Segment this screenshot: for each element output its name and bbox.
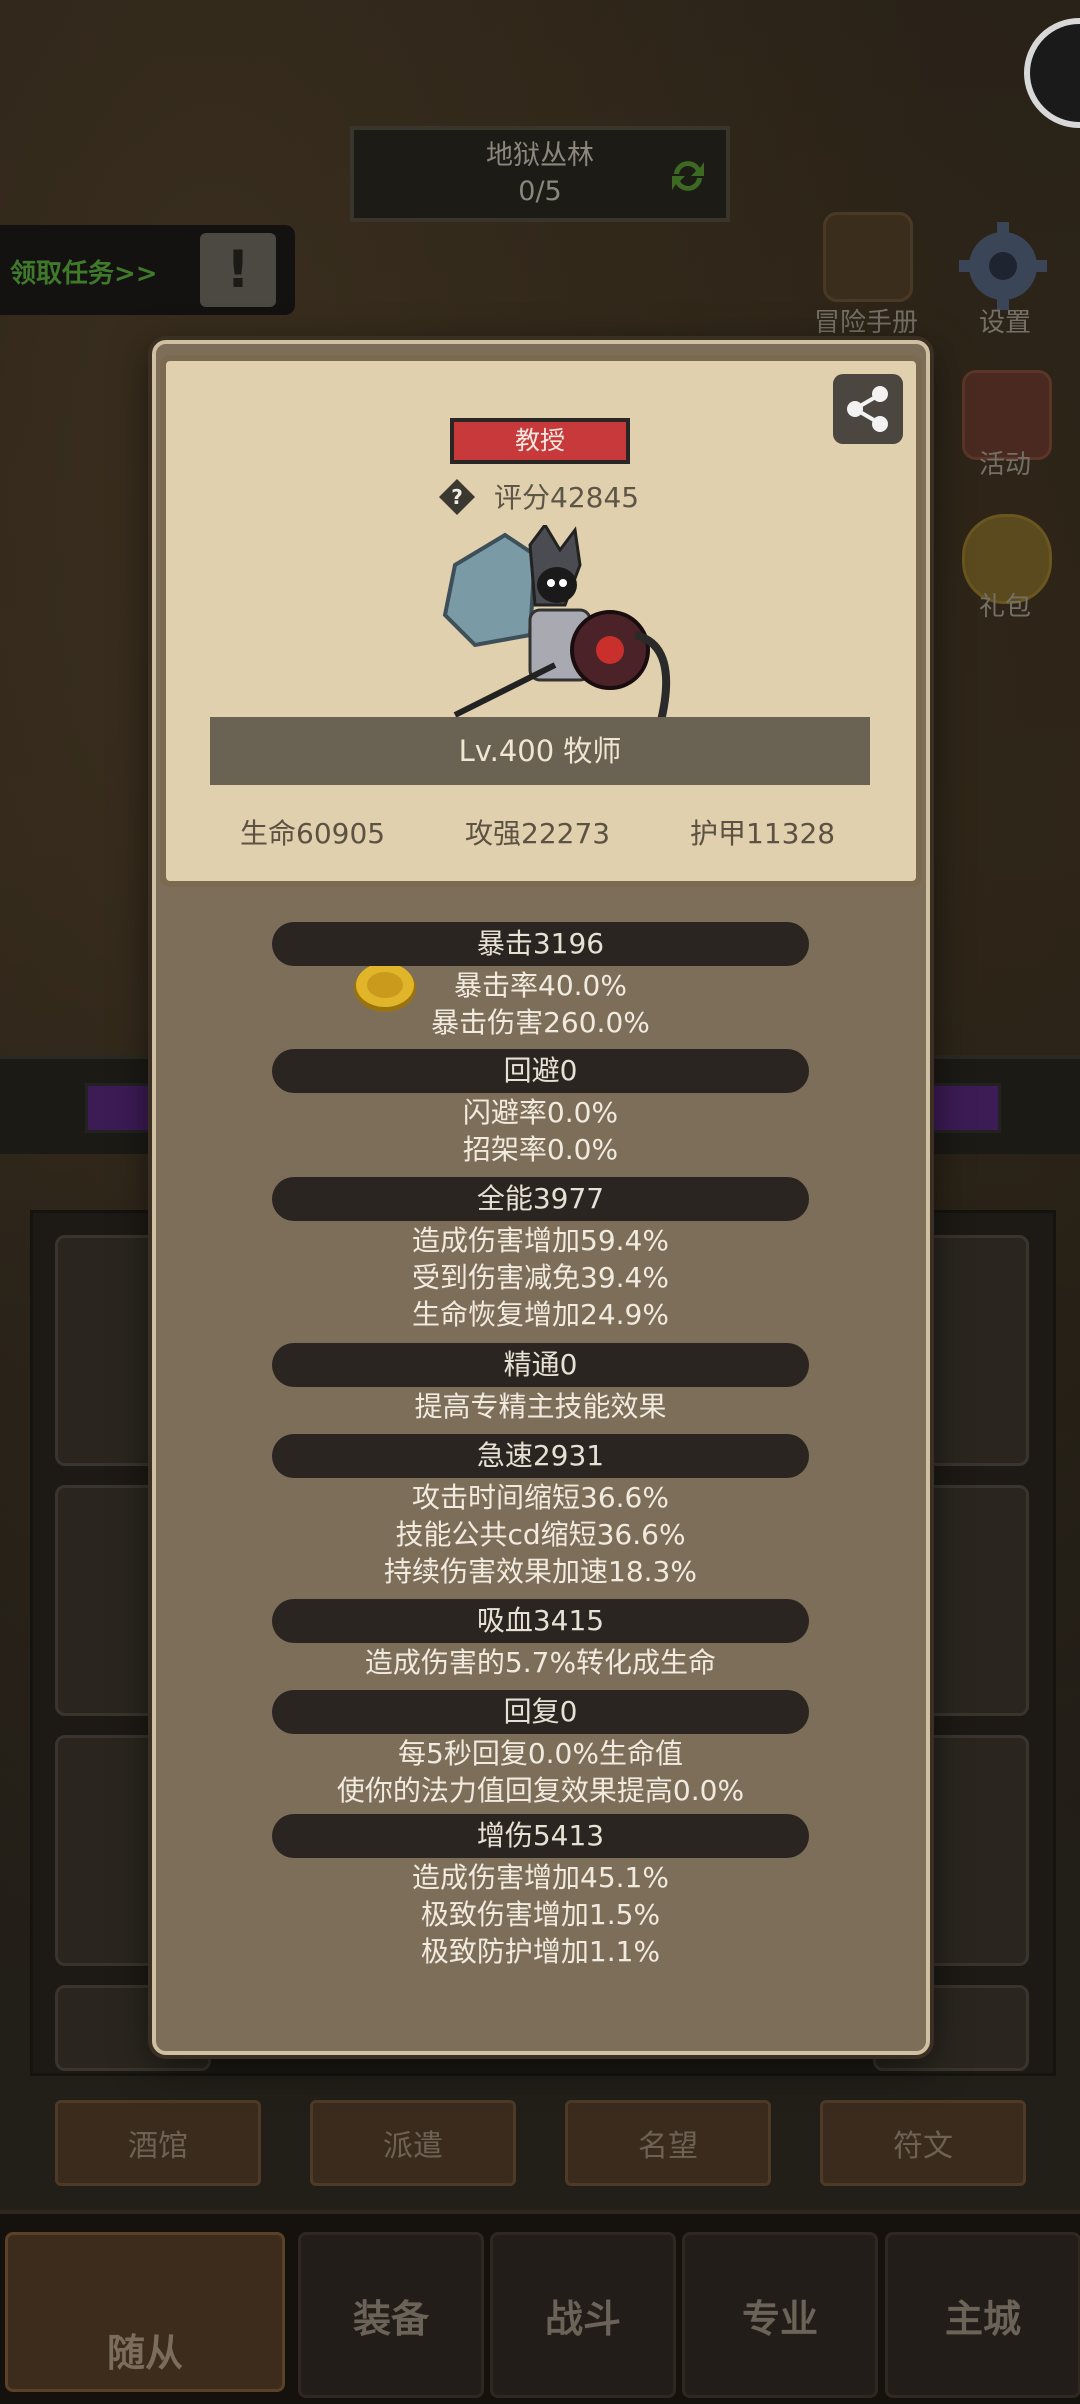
nav-followers[interactable]: 随从 bbox=[5, 2232, 285, 2392]
section-line: 持续伤害效果加速18.3% bbox=[384, 1555, 697, 1588]
section-header-versatility: 全能3977 bbox=[272, 1177, 809, 1221]
stat-armor: 护甲11328 bbox=[690, 817, 836, 850]
section-line: 使你的法力值回复效果提高0.0% bbox=[336, 1774, 745, 1807]
section-line: 每5秒回复0.0%生命值 bbox=[398, 1737, 683, 1770]
side-menu-gift-label: 礼包 bbox=[978, 592, 1031, 622]
section-line: 暴击率40.0% bbox=[454, 969, 627, 1002]
nav-followers-label: 随从 bbox=[106, 2331, 183, 2375]
hero-level-class: Lv.400 牧师 bbox=[210, 717, 870, 785]
bottom-nav: 随从 装备 战斗 专业 主城 bbox=[0, 2210, 1080, 2404]
section-header-crit: 暴击3196 bbox=[272, 922, 809, 966]
tavern-button[interactable]: 酒馆 bbox=[55, 2100, 261, 2186]
task-banner[interactable]: 领取任务>> ! bbox=[0, 225, 295, 315]
exclamation-icon: ! bbox=[200, 233, 276, 307]
task-link[interactable]: 领取任务>> bbox=[10, 253, 158, 290]
section-header-haste: 急速2931 bbox=[272, 1434, 809, 1478]
section-line: 闪避率0.0% bbox=[462, 1096, 619, 1129]
stat-health: 生命60905 bbox=[240, 817, 386, 850]
section-line: 提高专精主技能效果 bbox=[414, 1390, 667, 1423]
adventure-book-icon[interactable] bbox=[823, 212, 913, 302]
section-header-lifesteal: 吸血3415 bbox=[272, 1599, 809, 1643]
section-line: 生命恢复增加24.9% bbox=[412, 1298, 669, 1331]
rune-button[interactable]: 符文 bbox=[820, 2100, 1026, 2186]
section-header-avoidance: 回避0 bbox=[272, 1049, 809, 1093]
quest-tracker[interactable]: 地狱丛林 0/5 bbox=[350, 126, 730, 222]
section-line: 造成伤害增加45.1% bbox=[412, 1861, 669, 1894]
nav-main-city[interactable]: 主城 bbox=[885, 2232, 1080, 2398]
section-line: 极致伤害增加1.5% bbox=[420, 1898, 661, 1931]
section-line: 招架率0.0% bbox=[462, 1133, 619, 1166]
gear-icon[interactable] bbox=[953, 216, 1053, 316]
stat-attack-power: 攻强22273 bbox=[465, 817, 611, 850]
nav-profession[interactable]: 专业 bbox=[682, 2232, 878, 2398]
nav-equipment[interactable]: 装备 bbox=[298, 2232, 484, 2398]
side-menu-settings-label: 设置 bbox=[978, 308, 1031, 338]
refresh-icon[interactable] bbox=[664, 152, 712, 200]
side-menu-events-label: 活动 bbox=[978, 450, 1031, 480]
reputation-button[interactable]: 名望 bbox=[565, 2100, 771, 2186]
help-icon[interactable]: ? bbox=[437, 477, 477, 517]
hero-portrait bbox=[442, 525, 671, 725]
section-line: 技能公共cd缩短36.6% bbox=[395, 1518, 686, 1551]
section-line: 造成伤害增加59.4% bbox=[412, 1224, 669, 1257]
side-menu-adventure-label: 冒险手册 bbox=[813, 308, 918, 338]
hero-score: 评分42845 bbox=[494, 481, 640, 514]
section-header-damage-bonus: 增伤5413 bbox=[272, 1814, 809, 1858]
hero-title-badge: 教授 bbox=[450, 418, 630, 464]
section-line: 受到伤害减免39.4% bbox=[412, 1261, 669, 1294]
sub-menu-row: 酒馆 派遣 名望 符文 bbox=[0, 2100, 1080, 2190]
section-line: 造成伤害的5.7%转化成生命 bbox=[364, 1646, 717, 1679]
section-header-mastery: 精通0 bbox=[272, 1343, 809, 1387]
share-button[interactable] bbox=[833, 374, 903, 444]
section-line: 极致防护增加1.1% bbox=[420, 1935, 661, 1968]
section-line: 暴击伤害260.0% bbox=[431, 1006, 650, 1039]
section-line: 攻击时间缩短36.6% bbox=[412, 1481, 669, 1514]
svg-text:?: ? bbox=[451, 485, 463, 509]
share-icon bbox=[847, 386, 888, 432]
nav-battle[interactable]: 战斗 bbox=[490, 2232, 676, 2398]
section-header-regen: 回复0 bbox=[272, 1690, 809, 1734]
dispatch-button[interactable]: 派遣 bbox=[310, 2100, 516, 2186]
